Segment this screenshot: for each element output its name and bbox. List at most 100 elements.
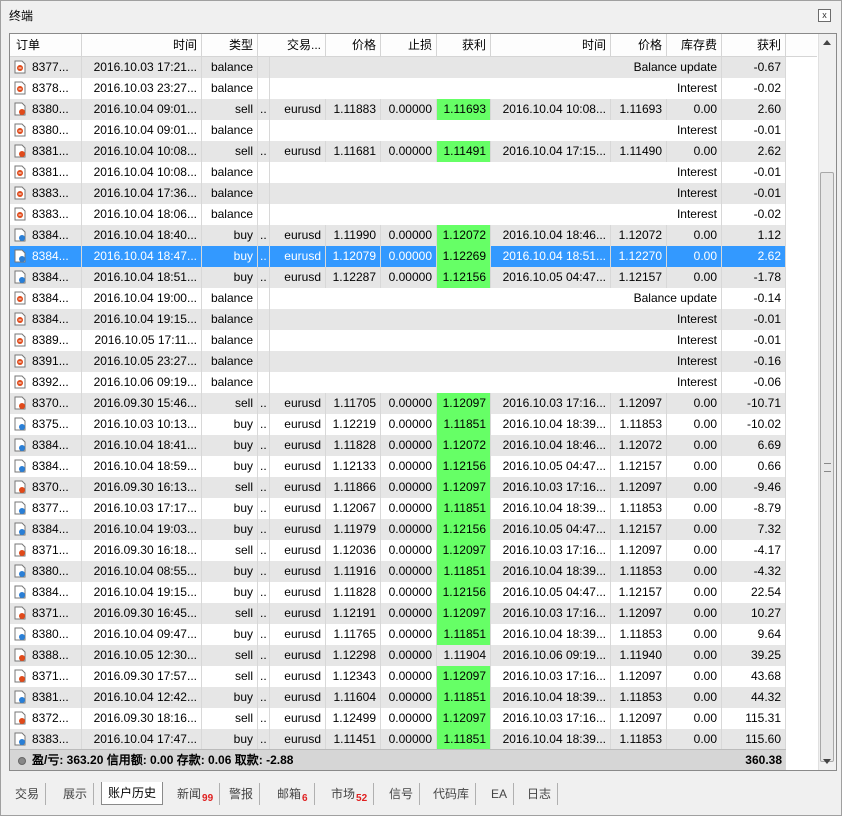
tp-cell: 1.12097 [437,666,491,687]
column-header[interactable]: 获利 [722,34,786,56]
time-cell: 2016.10.04 18:06... [82,204,202,225]
type-cell: buy [202,225,258,246]
tab-5[interactable]: 邮箱6 [271,783,315,805]
tp-cell: 1.12156 [437,519,491,540]
vertical-scrollbar[interactable] [818,34,836,770]
tab-9[interactable]: EA [485,783,515,805]
order-cell: 8381... [10,141,82,162]
ellipsis-cell: .. [258,414,270,435]
tab-7[interactable]: 信号 [383,783,421,805]
table-row[interactable]: 8384... 2016.10.04 18:40... buy.. eurusd 1.1… [10,225,786,246]
ellipsis-cell [258,120,270,141]
comment-cell: Interest [270,162,722,183]
scroll-down-icon[interactable] [823,759,831,764]
table-row[interactable]: 8384... 2016.10.04 19:15... balance -0.01 In… [10,309,786,330]
cprice-cell: 1.12157 [611,267,667,288]
table-row[interactable]: 8380... 2016.10.04 09:01... balance -0.01 In… [10,120,786,141]
table-row[interactable]: 8384... 2016.10.04 18:47... buy.. eurusd 1.1… [10,246,786,267]
sym-cell: eurusd [270,456,326,477]
time-cell: 2016.10.03 17:17... [82,498,202,519]
table-row[interactable]: 8384... 2016.10.04 19:00... balance -0.14 Ba… [10,288,786,309]
cprice-cell: 1.12097 [611,393,667,414]
sl-cell: 0.00000 [381,729,437,750]
tab-3[interactable]: 新闻99 [171,783,221,805]
table-row[interactable]: 8375... 2016.10.03 10:13... buy.. eurusd 1.1… [10,414,786,435]
column-header[interactable]: 时间 [82,34,202,56]
cprice-cell: 1.12157 [611,456,667,477]
ellipsis-cell: .. [258,267,270,288]
sl-cell: 0.00000 [381,582,437,603]
close-icon[interactable]: x [818,9,831,22]
table-row[interactable]: 8384... 2016.10.04 18:59... buy.. eurusd 1.1… [10,456,786,477]
table-row[interactable]: 8384... 2016.10.04 19:03... buy.. eurusd 1.1… [10,519,786,540]
table-row[interactable]: 8380... 2016.10.04 09:47... buy.. eurusd 1.1… [10,624,786,645]
tab-6[interactable]: 市场52 [325,783,375,805]
ellipsis-cell: .. [258,519,270,540]
summary-total: 360.38 [745,753,782,767]
profit-cell: -0.01 [722,183,786,204]
tab-8[interactable]: 代码库 [427,783,477,805]
profit-cell: 22.54 [722,582,786,603]
table-row[interactable]: 8370... 2016.09.30 15:46... sell.. eurusd 1.… [10,393,786,414]
type-cell: buy [202,456,258,477]
table-row[interactable]: 8371... 2016.09.30 17:57... sell.. eurusd 1.… [10,666,786,687]
column-header[interactable]: 止损 [381,34,437,56]
cprice-cell: 1.12097 [611,708,667,729]
tab-10[interactable]: 日志 [521,783,559,805]
type-cell: sell [202,141,258,162]
column-header[interactable]: 交易... [258,34,326,56]
table-row[interactable]: 8384... 2016.10.04 18:51... buy.. eurusd 1.1… [10,267,786,288]
ctime-cell: 2016.10.03 17:16... [491,603,611,624]
column-header[interactable]: 价格 [611,34,667,56]
tab-1[interactable]: 展示 [57,783,95,805]
swap-cell: 0.00 [667,666,722,687]
table-row[interactable]: 8371... 2016.09.30 16:45... sell.. eurusd 1.… [10,603,786,624]
tab-4[interactable]: 警报 [223,783,261,805]
column-header[interactable]: 订单 [10,34,82,56]
tab-2[interactable]: 账户历史 [101,782,164,805]
price-cell: 1.11828 [326,582,381,603]
price-cell: 1.12079 [326,246,381,267]
time-cell: 2016.10.04 18:47... [82,246,202,267]
table-row[interactable]: 8380... 2016.10.04 08:55... buy.. eurusd 1.1… [10,561,786,582]
time-cell: 2016.09.30 17:57... [82,666,202,687]
summary-row: 盈/亏: 363.20 信用额: 0.00 存款: 0.06 取款: -2.88… [10,749,786,770]
column-header[interactable]: 类型 [202,34,258,56]
tp-cell: 1.12097 [437,540,491,561]
column-header[interactable]: 库存费 [667,34,722,56]
table-row[interactable]: 8372... 2016.09.30 18:16... sell.. eurusd 1.… [10,708,786,729]
scroll-up-icon[interactable] [823,40,831,45]
table-row[interactable]: 8391... 2016.10.05 23:27... balance -0.16 In… [10,351,786,372]
table-row[interactable]: 8377... 2016.10.03 17:17... buy.. eurusd 1.1… [10,498,786,519]
table-row[interactable]: 8381... 2016.10.04 12:42... buy.. eurusd 1.1… [10,687,786,708]
table-row[interactable]: 8389... 2016.10.05 17:11... balance -0.01 In… [10,330,786,351]
tp-cell: 1.12269 [437,246,491,267]
profit-cell: -0.02 [722,78,786,99]
profit-cell: -0.01 [722,330,786,351]
table-row[interactable]: 8378... 2016.10.03 23:27... balance -0.02 In… [10,78,786,99]
column-header[interactable]: 时间 [491,34,611,56]
column-header[interactable]: 价格 [326,34,381,56]
table-row[interactable]: 8383... 2016.10.04 17:47... buy.. eurusd 1.1… [10,729,786,750]
table-row[interactable]: 8383... 2016.10.04 18:06... balance -0.02 In… [10,204,786,225]
table-row[interactable]: 8377... 2016.10.03 17:21... balance -0.67 Ba… [10,57,786,78]
type-cell: buy [202,624,258,645]
table-row[interactable]: 8381... 2016.10.04 10:08... sell.. eurusd 1.… [10,141,786,162]
price-cell: 1.12133 [326,456,381,477]
table-row[interactable]: 8392... 2016.10.06 09:19... balance -0.06 In… [10,372,786,393]
tab-0[interactable]: 交易 [9,783,47,805]
scroll-thumb[interactable] [820,172,834,762]
table-row[interactable]: 8380... 2016.10.04 09:01... sell.. eurusd 1.… [10,99,786,120]
type-cell: sell [202,477,258,498]
table-row[interactable]: 8371... 2016.09.30 16:18... sell.. eurusd 1.… [10,540,786,561]
table-row[interactable]: 8381... 2016.10.04 10:08... balance -0.01 In… [10,162,786,183]
table-row[interactable]: 8384... 2016.10.04 18:41... buy.. eurusd 1.1… [10,435,786,456]
type-cell: balance [202,351,258,372]
column-header[interactable]: 获利 [437,34,491,56]
table-row[interactable]: 8384... 2016.10.04 19:15... buy.. eurusd 1.1… [10,582,786,603]
type-cell: buy [202,498,258,519]
table-row[interactable]: 8383... 2016.10.04 17:36... balance -0.01 In… [10,183,786,204]
table-row[interactable]: 8370... 2016.09.30 16:13... sell.. eurusd 1.… [10,477,786,498]
swap-cell: 0.00 [667,519,722,540]
table-row[interactable]: 8388... 2016.10.05 12:30... sell.. eurusd 1.… [10,645,786,666]
